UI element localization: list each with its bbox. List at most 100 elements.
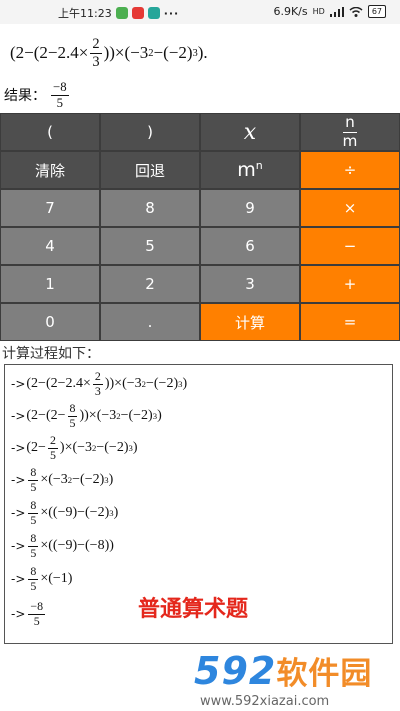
fraction-denominator: 3 [94, 383, 101, 398]
plus-key[interactable]: + [300, 265, 400, 303]
digit-9-key[interactable]: 9 [200, 189, 300, 227]
status-bar: 上午11:23 ··· 6.9K/s HD 67 [0, 0, 400, 24]
step-fraction: 85 [28, 564, 39, 593]
battery-icon: 67 [367, 5, 386, 18]
multiply-key[interactable]: × [300, 189, 400, 227]
result-label: 结果： [4, 88, 46, 104]
step-text: )×(−3 [59, 440, 93, 456]
backspace-key[interactable]: 回退 [100, 151, 200, 189]
fraction-denominator: m [342, 131, 358, 150]
step-fraction: 85 [28, 465, 39, 494]
process-step: -> (2− 25 )×(−3 2 −(−2) 3 ) [11, 433, 138, 462]
result-fraction: −8 5 [51, 79, 69, 110]
digit-1-key[interactable]: 1 [0, 265, 100, 303]
fraction-denominator: 5 [49, 447, 56, 462]
fraction-denominator: 5 [56, 95, 63, 110]
result-display: 结果： −8 5 [4, 78, 71, 112]
clear-key[interactable]: 清除 [0, 151, 100, 189]
step-text: ×((−9)−(−2) [40, 505, 110, 521]
fraction-numerator: −8 [28, 599, 46, 615]
step-arrow: -> [11, 607, 26, 622]
digit-2-key[interactable]: 2 [100, 265, 200, 303]
power-key[interactable]: mn [200, 151, 300, 189]
minus-key[interactable]: − [300, 227, 400, 265]
hd-badge: HD [312, 7, 325, 16]
digit-3-key[interactable]: 3 [200, 265, 300, 303]
process-title: 计算过程如下： [2, 346, 100, 362]
open-paren-key[interactable]: ( [0, 113, 100, 151]
process-step: -> 85 ×((−9)−(−2) 3 ) [11, 498, 119, 527]
variable-x-key[interactable]: x [200, 113, 300, 151]
fraction-denominator: 5 [30, 578, 37, 593]
step-fraction: 85 [28, 498, 39, 527]
step-text: ×(−3 [40, 472, 68, 488]
fraction-denominator: 3 [92, 53, 100, 70]
expression-part: ))×(−3 [103, 43, 149, 62]
fraction-key[interactable]: n m [300, 113, 400, 151]
compute-key[interactable]: 计算 [200, 303, 300, 341]
fraction-numerator: 2 [47, 433, 58, 449]
step-fraction: 85 [28, 532, 39, 560]
step-text: ) [132, 440, 138, 456]
fraction-numerator: 2 [90, 36, 102, 54]
fraction-denominator: 5 [30, 545, 37, 560]
divide-key[interactable]: ÷ [300, 151, 400, 189]
digit-6-key[interactable]: 6 [200, 227, 300, 265]
watermark-logo: 592软件园 [194, 648, 372, 693]
watermark-digits: 592 [194, 649, 277, 693]
more-notifications-icon: ··· [163, 6, 180, 20]
watermark-brand: 软件园 [276, 656, 373, 692]
fraction-numerator: 8 [28, 498, 39, 514]
close-paren-key[interactable]: ) [100, 113, 200, 151]
wifi-icon [349, 6, 363, 17]
fraction-denominator: 5 [30, 479, 37, 494]
step-text: ) [157, 408, 162, 424]
step-text: ) [113, 505, 119, 521]
fraction-denominator: 5 [33, 613, 40, 628]
step-text: −(−2) [145, 376, 179, 392]
step-text: −(−2) [72, 472, 105, 488]
step-text: −(−2) [120, 408, 153, 424]
fraction-numerator: 2 [92, 369, 103, 385]
step-text: (2−(2− [26, 408, 66, 424]
watermark-url: www.592xiazai.com [200, 694, 330, 709]
digit-8-key[interactable]: 8 [100, 189, 200, 227]
step-fraction: 25 [47, 433, 58, 462]
step-arrow: -> [11, 506, 26, 521]
digit-5-key[interactable]: 5 [100, 227, 200, 265]
expression-part: (2−(2−2.4× [10, 43, 89, 62]
fraction-denominator: 5 [69, 415, 76, 430]
process-step: -> (2−(2− 85 ))×(−3 2 −(−2) 3 ) [11, 401, 162, 430]
fraction-numerator: 8 [28, 465, 39, 481]
power-base: m [237, 159, 256, 181]
step-fraction: −8 5 [28, 599, 46, 628]
equals-key[interactable]: = [300, 303, 400, 341]
step-text: ) [182, 376, 188, 392]
watermark: 592软件园 www.592xiazai.com [0, 648, 400, 711]
fraction-numerator: 8 [28, 564, 39, 580]
step-text: ×(−1) [40, 571, 73, 587]
step-fraction: 23 [92, 369, 103, 398]
digit-7-key[interactable]: 7 [0, 189, 100, 227]
process-step: -> (2−(2−2.4× 23 ))×(−3 2 −(−2) 3 ) [11, 369, 188, 398]
digit-4-key[interactable]: 4 [0, 227, 100, 265]
digit-0-key[interactable]: 0 [0, 303, 100, 341]
app-notification-icon [131, 7, 144, 19]
status-time: 上午11:23 [58, 7, 112, 20]
category-banner: 普通算术题 [138, 597, 249, 622]
step-arrow: -> [11, 377, 26, 392]
step-text: ×((−9)−(−8)) [40, 538, 114, 554]
step-text: −(−2) [96, 440, 129, 456]
step-arrow: -> [11, 473, 26, 488]
step-text: ))×(−3 [104, 376, 142, 392]
fraction-numerator: −8 [51, 79, 69, 96]
decimal-point-key[interactable]: . [100, 303, 200, 341]
process-step: -> 85 ×((−9)−(−8)) [11, 532, 114, 560]
app-notification-icon [115, 7, 128, 19]
fraction-numerator: 8 [67, 401, 78, 417]
step-text: ) [108, 472, 114, 488]
expression-display: (2−(2−2.4× 2 3 ))×(−3 2 −(−2) 3 ). [10, 32, 395, 74]
fraction-denominator: 5 [30, 512, 37, 527]
fraction-icon: n m [342, 114, 358, 150]
step-arrow: -> [11, 572, 26, 587]
